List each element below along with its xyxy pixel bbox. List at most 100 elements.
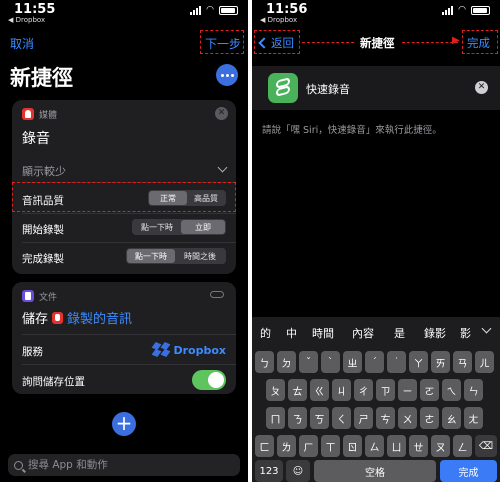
space-key[interactable]: 空格 bbox=[314, 460, 436, 482]
status-time: 11:56 bbox=[266, 2, 308, 17]
dropbox-icon bbox=[152, 341, 171, 358]
battery-icon bbox=[471, 5, 490, 15]
back-highlight-box bbox=[254, 30, 300, 54]
zhuyin-keyboard: 的 中 時間 內容 是 錄影 影 ㄅ ㄉ ˇ ˋ ㄓ ˊ ˙ ㄚ ㄞ ㄢ ㄦ ㄆ… bbox=[252, 317, 500, 482]
key[interactable]: ㄇ bbox=[266, 407, 285, 429]
key[interactable]: ㄐ bbox=[332, 379, 351, 401]
finish-option-tap[interactable]: 點一下時 bbox=[127, 249, 175, 263]
key[interactable]: ㄑ bbox=[332, 407, 351, 429]
back-to-app-link[interactable]: ◀ Dropbox bbox=[8, 16, 45, 24]
save-action-line: 儲存 錄製的音訊 bbox=[22, 308, 132, 327]
more-button[interactable] bbox=[216, 64, 238, 86]
ask-location-toggle[interactable] bbox=[192, 370, 226, 390]
back-to-app-link[interactable]: ◀ Dropbox bbox=[260, 16, 297, 24]
candidate-bar: 的 中 時間 內容 是 錄影 影 bbox=[252, 317, 500, 347]
key[interactable]: ㄗ bbox=[376, 379, 395, 401]
show-less-toggle[interactable]: 顯示較少 bbox=[22, 163, 66, 179]
key-row-3: ㄇ ㄋ ㄎ ㄑ ㄕ ㄘ ㄨ ㄜ ㄠ ㄤ bbox=[252, 407, 500, 429]
key[interactable]: ㄋ bbox=[288, 407, 307, 429]
key[interactable]: ㄖ bbox=[343, 435, 362, 457]
key[interactable]: ㄎ bbox=[310, 407, 329, 429]
candidate-word[interactable]: 影 bbox=[460, 325, 471, 341]
key-row-1: ㄅ ㄉ ˇ ˋ ㄓ ˊ ˙ ㄚ ㄞ ㄢ ㄦ bbox=[252, 351, 500, 373]
key[interactable]: ˙ bbox=[387, 351, 406, 373]
key[interactable]: ㄌ bbox=[277, 435, 296, 457]
candidate-word[interactable]: 的 bbox=[260, 325, 271, 341]
status-time: 11:55 bbox=[14, 2, 56, 17]
chevron-down-icon[interactable] bbox=[217, 162, 228, 173]
key[interactable]: ㄣ bbox=[464, 379, 483, 401]
key[interactable]: ㄞ bbox=[431, 351, 450, 373]
shortcut-name-field[interactable]: 快速錄音 bbox=[306, 81, 350, 97]
right-screenshot: 11:56 ◀ Dropbox ◠ 返回 新捷徑 ▶ 完成 快速錄音 ✕ 請說「… bbox=[252, 0, 500, 482]
clear-icon[interactable]: ✕ bbox=[475, 81, 488, 94]
key[interactable]: ㄍ bbox=[310, 379, 329, 401]
key[interactable]: ㄔ bbox=[354, 379, 373, 401]
done-highlight-box bbox=[462, 30, 498, 54]
key[interactable]: ˇ bbox=[299, 351, 318, 373]
arrow-dash-right bbox=[402, 42, 458, 43]
candidate-word[interactable]: 是 bbox=[394, 325, 405, 341]
recorded-audio-variable[interactable]: 錄製的音訊 bbox=[67, 308, 132, 327]
key[interactable]: ㄒ bbox=[321, 435, 340, 457]
signal-icon bbox=[190, 5, 202, 15]
key[interactable]: ㄝ bbox=[409, 435, 428, 457]
key[interactable]: ㄕ bbox=[354, 407, 373, 429]
candidate-word[interactable]: 錄影 bbox=[424, 325, 446, 341]
candidate-word[interactable]: 時間 bbox=[312, 325, 334, 341]
add-action-button[interactable]: + bbox=[112, 412, 136, 436]
emoji-key[interactable]: ☺ bbox=[286, 460, 310, 482]
key[interactable]: ㄢ bbox=[453, 351, 472, 373]
battery-icon bbox=[219, 5, 238, 15]
key[interactable]: ㄆ bbox=[266, 379, 285, 401]
candidate-word[interactable]: 內容 bbox=[352, 325, 374, 341]
key[interactable]: ㄟ bbox=[442, 379, 461, 401]
key[interactable]: ㄊ bbox=[288, 379, 307, 401]
search-bar[interactable] bbox=[8, 454, 240, 476]
key[interactable]: ㄧ bbox=[398, 379, 417, 401]
key[interactable]: ㄙ bbox=[365, 435, 384, 457]
finish-option-after-time[interactable]: 時間之後 bbox=[175, 249, 225, 263]
siri-hint: 請說「嘿 Siri，快速錄音」來執行此捷徑。 bbox=[262, 125, 442, 136]
key[interactable]: ㄜ bbox=[420, 407, 439, 429]
chevron-down-icon[interactable] bbox=[481, 323, 492, 334]
key[interactable]: ㄦ bbox=[475, 351, 494, 373]
key[interactable]: ㄥ bbox=[453, 435, 472, 457]
key[interactable]: ㄈ bbox=[255, 435, 274, 457]
delete-key[interactable]: ⌫ bbox=[475, 435, 497, 457]
numbers-key[interactable]: 123 bbox=[255, 460, 283, 482]
search-input[interactable] bbox=[28, 459, 228, 471]
close-icon[interactable]: ✕ bbox=[215, 107, 228, 120]
key[interactable]: ㄘ bbox=[376, 407, 395, 429]
key[interactable]: ㄓ bbox=[343, 351, 362, 373]
cancel-button[interactable]: 取消 bbox=[10, 35, 34, 52]
key[interactable]: ㄚ bbox=[409, 351, 428, 373]
service-value: Dropbox bbox=[173, 343, 226, 357]
start-option-immediate[interactable]: 立即 bbox=[181, 220, 225, 234]
service-picker[interactable]: Dropbox bbox=[152, 341, 226, 358]
key[interactable]: ˋ bbox=[321, 351, 340, 373]
search-icon bbox=[14, 460, 23, 470]
settings-toggle-icon[interactable] bbox=[210, 291, 224, 298]
key[interactable]: ㄏ bbox=[299, 435, 318, 457]
key[interactable]: ㄅ bbox=[255, 351, 274, 373]
key[interactable]: ㄛ bbox=[420, 379, 439, 401]
key[interactable]: ㄤ bbox=[464, 407, 483, 429]
key[interactable]: ㄉ bbox=[277, 351, 296, 373]
key[interactable]: ㄩ bbox=[387, 435, 406, 457]
candidate-word[interactable]: 中 bbox=[286, 325, 297, 341]
keyboard-done-key[interactable]: 完成 bbox=[440, 460, 497, 482]
ask-location-label: 詢問儲存位置 bbox=[22, 376, 85, 388]
key[interactable]: ㄡ bbox=[431, 435, 450, 457]
start-segmented-control[interactable]: 點一下時 立即 bbox=[132, 219, 226, 235]
key[interactable]: ˊ bbox=[365, 351, 384, 373]
card-action-title: 錄音 bbox=[22, 131, 50, 147]
status-icons: ◠ bbox=[442, 5, 490, 15]
key[interactable]: ㄠ bbox=[442, 407, 461, 429]
card-app-name: 媒體 bbox=[39, 111, 58, 121]
page-title: 新捷徑 bbox=[10, 66, 73, 90]
finish-segmented-control[interactable]: 點一下時 時間之後 bbox=[126, 248, 226, 264]
key[interactable]: ㄨ bbox=[398, 407, 417, 429]
shortcuts-app-icon[interactable] bbox=[268, 73, 298, 103]
start-option-tap[interactable]: 點一下時 bbox=[133, 220, 181, 234]
